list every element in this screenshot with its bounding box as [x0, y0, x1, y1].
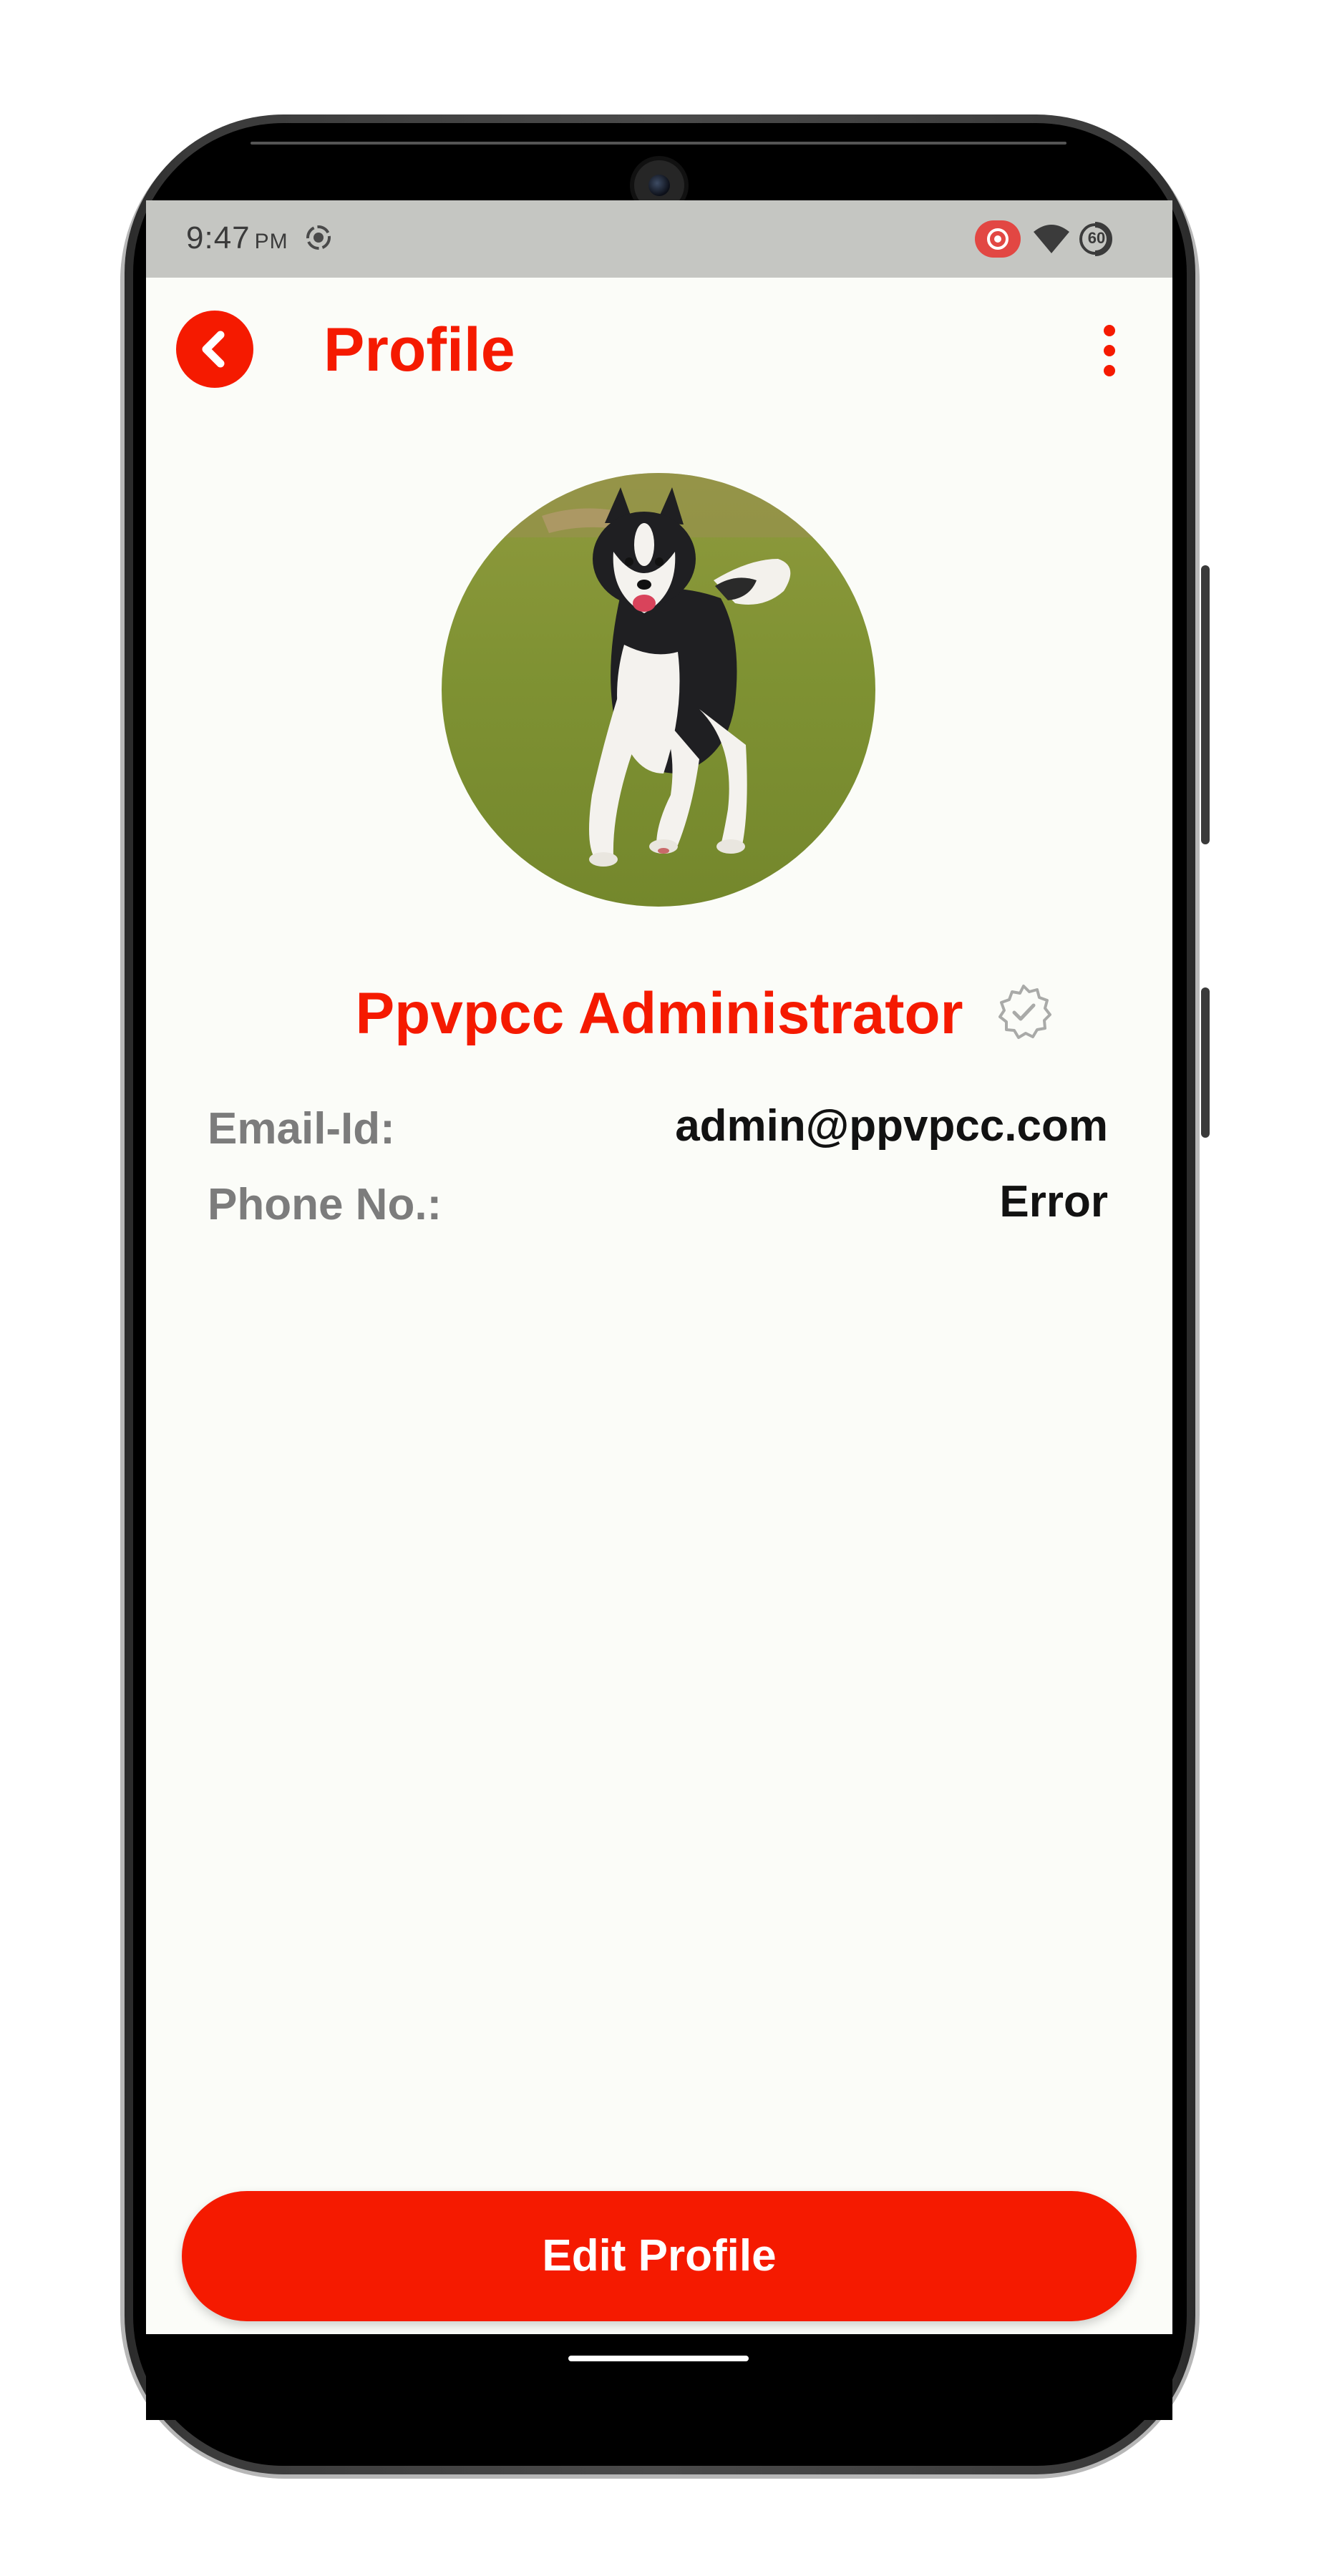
earpiece — [251, 142, 1066, 145]
status-time-ampm: PM — [254, 230, 288, 253]
page-title: Profile — [324, 316, 515, 384]
app-screen: 9:47 PM 60 Profile Ppvpcc Administrator … — [146, 200, 1172, 2334]
chevron-left-icon — [202, 331, 225, 368]
phone-label: Phone No.: — [208, 1180, 442, 1229]
home-indicator[interactable] — [568, 2356, 749, 2361]
navigation-bar — [146, 2334, 1172, 2420]
status-time: 9:47 PM — [186, 220, 288, 256]
battery-level: 60 — [1087, 229, 1106, 247]
wifi-icon — [1034, 225, 1069, 253]
back-button[interactable] — [176, 311, 253, 388]
more-vertical-icon-dot — [1104, 345, 1115, 356]
phone-value: Error — [999, 1177, 1108, 1226]
screen-record-icon — [306, 225, 331, 250]
edit-profile-button[interactable]: Edit Profile — [182, 2191, 1137, 2321]
cast-icon — [975, 220, 1021, 258]
status-time-value: 9:47 — [186, 220, 251, 255]
profile-avatar — [442, 473, 875, 907]
power-button — [1201, 565, 1210, 844]
email-value: admin@ppvpcc.com — [675, 1101, 1108, 1151]
more-options-button[interactable] — [1089, 319, 1129, 381]
more-vertical-icon-dot — [1104, 365, 1115, 376]
verified-badge-icon — [998, 985, 1051, 1039]
volume-button — [1201, 987, 1210, 1138]
status-bar: 9:47 PM 60 — [146, 200, 1172, 278]
more-vertical-icon — [1104, 325, 1115, 336]
husky-dog-photo — [442, 473, 875, 907]
email-label: Email-Id: — [208, 1104, 395, 1153]
